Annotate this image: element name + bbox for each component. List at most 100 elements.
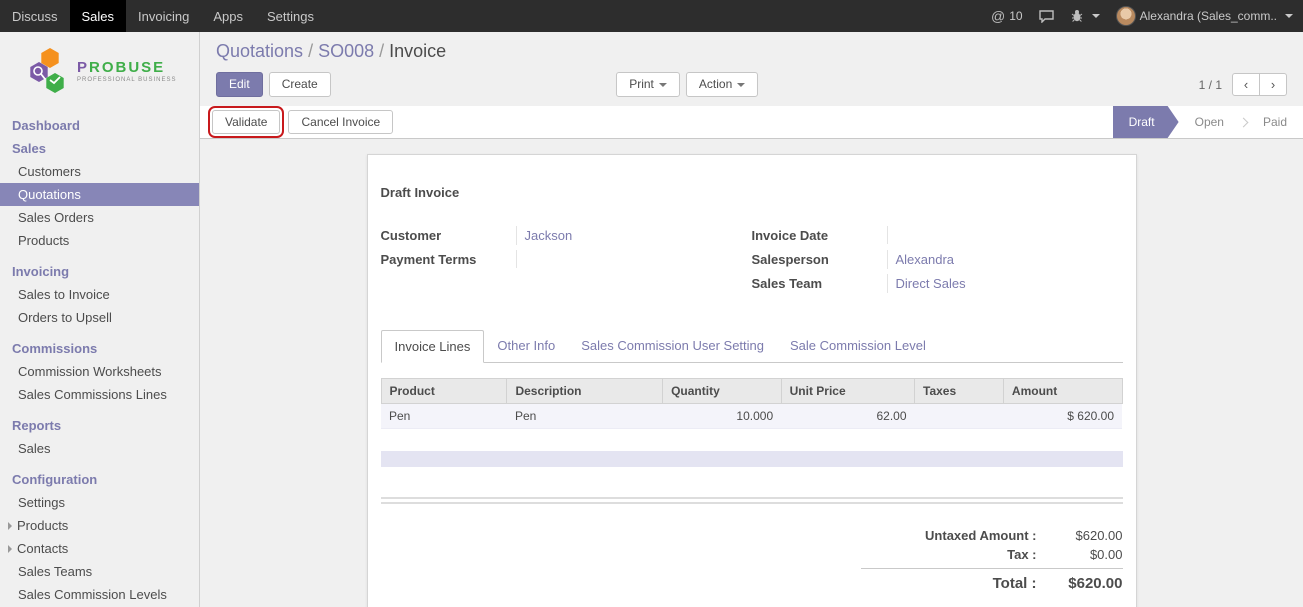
tab-sales-commission-user-setting[interactable]: Sales Commission User Setting <box>568 330 777 363</box>
salesperson-label: Salesperson <box>752 250 887 267</box>
app-menu-invoicing[interactable]: Invoicing <box>126 0 201 32</box>
state-draft[interactable]: Draft <box>1113 106 1179 138</box>
user-name: Alexandra (Sales_comm.. <box>1140 9 1277 23</box>
column-header-amount[interactable]: Amount <box>1003 379 1122 404</box>
chevron-down-icon <box>659 83 667 87</box>
sales-team-value[interactable]: Direct Sales <box>887 274 1123 293</box>
column-header-taxes[interactable]: Taxes <box>915 379 1004 404</box>
sidebar-section-reports[interactable]: Reports <box>0 414 199 437</box>
breadcrumb-separator: / <box>308 41 313 61</box>
sidebar-section-commissions[interactable]: Commissions <box>0 337 199 360</box>
sidebar-item-reports-sales[interactable]: Sales <box>0 437 199 460</box>
create-button[interactable]: Create <box>269 72 331 96</box>
field-group-left: Customer Jackson Payment Terms <box>381 226 752 298</box>
sidebar-item-label: Contacts <box>17 541 68 556</box>
salesperson-value[interactable]: Alexandra <box>887 250 1123 269</box>
app-menu-sales[interactable]: Sales <box>70 0 127 32</box>
user-menu[interactable]: Alexandra (Sales_comm.. <box>1116 6 1293 26</box>
tab-invoice-lines[interactable]: Invoice Lines <box>381 330 485 363</box>
invoice-title: Draft Invoice <box>381 185 1123 200</box>
sidebar-item-sales-commission-levels[interactable]: Sales Commission Levels <box>0 583 199 606</box>
edit-button[interactable]: Edit <box>216 72 263 96</box>
sidebar-section-dashboard[interactable]: Dashboard <box>0 114 199 137</box>
sidebar-item-sales-to-invoice[interactable]: Sales to Invoice <box>0 283 199 306</box>
sales-team-label: Sales Team <box>752 274 887 291</box>
statusbar: Validate Cancel Invoice Draft Open Paid <box>200 106 1303 139</box>
sidebar-section-configuration[interactable]: Configuration <box>0 468 199 491</box>
print-dropdown-button[interactable]: Print <box>616 72 680 96</box>
tax-value: $0.00 <box>1051 547 1123 562</box>
state-open[interactable]: Open <box>1179 106 1240 138</box>
mention-count: 10 <box>1009 9 1022 23</box>
statusbar-states: Draft Open Paid <box>1113 106 1303 138</box>
chevron-left-icon: ‹ <box>1244 77 1248 92</box>
cell-unit-price: 62.00 <box>781 404 914 429</box>
table-header-row: Product Description Quantity Unit Price … <box>381 379 1122 404</box>
validate-button[interactable]: Validate <box>212 110 280 134</box>
notebook-tabs: Invoice Lines Other Info Sales Commissio… <box>381 330 1123 363</box>
form-view: Draft Invoice Customer Jackson Payment T… <box>200 139 1303 607</box>
column-header-product[interactable]: Product <box>381 379 507 404</box>
pager-previous-button[interactable]: ‹ <box>1232 73 1260 97</box>
app-menu-apps[interactable]: Apps <box>201 0 255 32</box>
sidebar-section-sales[interactable]: Sales <box>0 137 199 160</box>
mention-at-icon: @ <box>991 8 1005 24</box>
sidebar-item-quotations[interactable]: Quotations <box>0 183 199 206</box>
expand-arrow-icon <box>8 522 12 530</box>
payment-terms-value[interactable] <box>516 250 752 268</box>
empty-line-row[interactable] <box>381 451 1123 467</box>
sidebar-item-customers[interactable]: Customers <box>0 160 199 183</box>
payment-terms-label: Payment Terms <box>381 250 516 267</box>
column-header-description[interactable]: Description <box>507 379 663 404</box>
app-menu-settings[interactable]: Settings <box>255 0 326 32</box>
sidebar-item-commission-worksheets[interactable]: Commission Worksheets <box>0 360 199 383</box>
action-dropdown-button[interactable]: Action <box>686 72 758 96</box>
table-row[interactable]: Pen Pen 10.000 62.00 $ 620.00 <box>381 404 1122 429</box>
invoice-sheet: Draft Invoice Customer Jackson Payment T… <box>367 154 1137 607</box>
sidebar-item-sales-orders[interactable]: Sales Orders <box>0 206 199 229</box>
state-paid[interactable]: Paid <box>1247 106 1303 138</box>
cell-amount: $ 620.00 <box>1003 404 1122 429</box>
debug-menu-icon[interactable] <box>1070 9 1100 23</box>
invoice-date-value[interactable] <box>887 226 1123 244</box>
breadcrumb-quotations[interactable]: Quotations <box>216 41 303 61</box>
messages-icon[interactable] <box>1039 10 1054 23</box>
sidebar-item-products[interactable]: Products <box>0 229 199 252</box>
app-menu-discuss[interactable]: Discuss <box>0 0 70 32</box>
cell-description: Pen <box>507 404 663 429</box>
topbar-systray: @ 10 Alexandra (Sales_comm.. <box>991 0 1303 32</box>
customer-value[interactable]: Jackson <box>516 226 752 245</box>
debug-caret-icon <box>1092 14 1100 18</box>
sidebar-item-sales-commissions-lines[interactable]: Sales Commissions Lines <box>0 383 199 406</box>
cell-product: Pen <box>381 404 507 429</box>
breadcrumb-separator: / <box>379 41 384 61</box>
tab-sale-commission-level[interactable]: Sale Commission Level <box>777 330 939 363</box>
column-header-quantity[interactable]: Quantity <box>663 379 782 404</box>
totals-block: Untaxed Amount : $620.00 Tax : $0.00 Tot… <box>861 526 1123 594</box>
breadcrumb-so008[interactable]: SO008 <box>318 41 374 61</box>
action-label: Action <box>699 77 732 91</box>
logo-text: PROBUSE PROFESSIONAL BUSINESS <box>77 59 176 83</box>
total-value: $620.00 <box>1051 575 1123 592</box>
pager-next-button[interactable]: › <box>1259 73 1287 97</box>
print-label: Print <box>629 77 654 91</box>
tab-other-info[interactable]: Other Info <box>484 330 568 363</box>
sidebar-item-settings[interactable]: Settings <box>0 491 199 514</box>
field-group-right: Invoice Date Salesperson Alexandra Sales… <box>752 226 1123 298</box>
logo-name-first: P <box>77 59 89 76</box>
sidebar-section-invoicing[interactable]: Invoicing <box>0 260 199 283</box>
total-label: Total : <box>861 575 1051 592</box>
breadcrumb: Quotations/SO008/Invoice <box>216 41 1287 62</box>
sidebar-item-sales-teams[interactable]: Sales Teams <box>0 560 199 583</box>
cancel-invoice-button[interactable]: Cancel Invoice <box>288 110 393 134</box>
sidebar-menu: Dashboard Sales Customers Quotations Sal… <box>0 102 199 606</box>
company-logo[interactable]: PROBUSE PROFESSIONAL BUSINESS <box>0 32 199 102</box>
mentions-counter[interactable]: @ 10 <box>991 8 1023 24</box>
column-header-unit-price[interactable]: Unit Price <box>781 379 914 404</box>
chevron-right-icon: › <box>1271 77 1275 92</box>
top-navbar: Discuss Sales Invoicing Apps Settings @ … <box>0 0 1303 32</box>
sidebar-item-config-contacts[interactable]: Contacts <box>0 537 199 560</box>
sidebar-item-orders-to-upsell[interactable]: Orders to Upsell <box>0 306 199 329</box>
sidebar-item-config-products[interactable]: Products <box>0 514 199 537</box>
app-menu: Discuss Sales Invoicing Apps Settings <box>0 0 326 32</box>
